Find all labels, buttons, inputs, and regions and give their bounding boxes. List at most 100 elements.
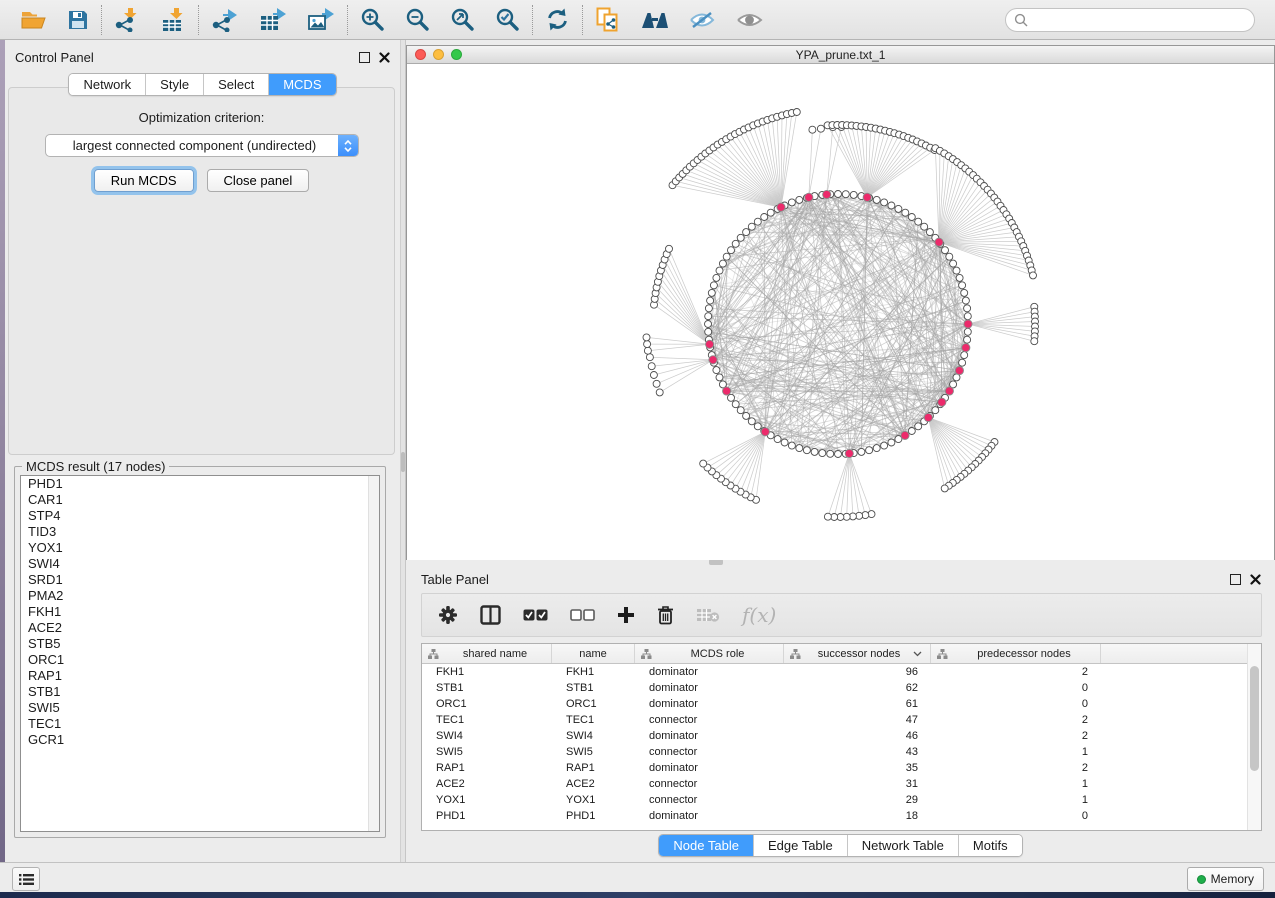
- network-node[interactable]: [707, 297, 714, 304]
- mcds-hub-node[interactable]: [845, 449, 853, 457]
- table-tab-network-table[interactable]: Network Table: [847, 835, 958, 856]
- export-network-icon[interactable]: [211, 7, 239, 32]
- network-node[interactable]: [811, 448, 818, 455]
- network-node[interactable]: [961, 352, 968, 359]
- network-leaf-node[interactable]: [700, 460, 707, 467]
- table-row-FKH1[interactable]: FKH1FKH1dominator962: [422, 664, 1261, 680]
- table-scrollbar[interactable]: [1247, 644, 1261, 830]
- network-node[interactable]: [888, 439, 895, 446]
- network-node[interactable]: [743, 229, 750, 236]
- hide-selected-icon[interactable]: [689, 10, 716, 30]
- add-column-icon[interactable]: [617, 606, 635, 624]
- clone-network-icon[interactable]: [595, 7, 621, 33]
- network-canvas[interactable]: [407, 64, 1274, 560]
- mcds-node-item[interactable]: SRD1: [21, 572, 379, 588]
- network-node[interactable]: [796, 445, 803, 452]
- network-node[interactable]: [964, 328, 971, 335]
- network-leaf-node[interactable]: [824, 513, 831, 520]
- mcds-node-item[interactable]: FKH1: [21, 604, 379, 620]
- mcds-hub-node[interactable]: [935, 238, 943, 246]
- network-node[interactable]: [796, 196, 803, 203]
- column-header-name[interactable]: name: [552, 644, 635, 663]
- search-input[interactable]: [1033, 12, 1246, 28]
- network-node[interactable]: [858, 448, 865, 455]
- tab-select[interactable]: Select: [203, 74, 268, 95]
- float-panel-icon[interactable]: [359, 52, 370, 63]
- network-node[interactable]: [737, 234, 744, 241]
- table-row-TEC1[interactable]: TEC1TEC1connector472: [422, 712, 1261, 728]
- mcds-node-item[interactable]: RAP1: [21, 668, 379, 684]
- zoom-out-icon[interactable]: [405, 7, 430, 32]
- mcds-hub-node[interactable]: [761, 428, 769, 436]
- column-header-shared-name[interactable]: shared name: [422, 644, 552, 663]
- mcds-hub-node[interactable]: [964, 320, 972, 328]
- mcds-hub-node[interactable]: [805, 193, 813, 201]
- tab-style[interactable]: Style: [145, 74, 203, 95]
- table-tab-motifs[interactable]: Motifs: [958, 835, 1022, 856]
- show-all-icon[interactable]: [736, 11, 763, 29]
- network-node[interactable]: [835, 191, 842, 198]
- network-leaf-node[interactable]: [666, 245, 673, 252]
- network-node[interactable]: [959, 282, 966, 289]
- table-row-SWI5[interactable]: SWI5SWI5connector431: [422, 744, 1261, 760]
- column-header-MCDS-role[interactable]: MCDS role: [635, 644, 784, 663]
- network-leaf-node[interactable]: [648, 363, 655, 370]
- task-history-button[interactable]: [12, 867, 40, 891]
- network-node[interactable]: [728, 394, 735, 401]
- network-node[interactable]: [946, 253, 953, 260]
- mcds-hub-node[interactable]: [962, 344, 970, 352]
- network-leaf-node[interactable]: [817, 125, 824, 132]
- network-node[interactable]: [908, 428, 915, 435]
- mcds-node-item[interactable]: GCR1: [21, 732, 379, 748]
- network-node[interactable]: [873, 445, 880, 452]
- network-node[interactable]: [781, 439, 788, 446]
- network-node[interactable]: [774, 436, 781, 443]
- network-leaf-node[interactable]: [644, 341, 651, 348]
- network-node[interactable]: [962, 297, 969, 304]
- table-row-PHD1[interactable]: PHD1PHD1dominator180: [422, 808, 1261, 824]
- network-node[interactable]: [895, 205, 902, 212]
- network-node[interactable]: [754, 423, 761, 430]
- mcds-node-item[interactable]: TID3: [21, 524, 379, 540]
- network-node[interactable]: [716, 267, 723, 274]
- zoom-fit-icon[interactable]: [450, 7, 475, 32]
- criterion-select[interactable]: largest connected component (undirected): [45, 134, 359, 157]
- column-header-predecessor-nodes[interactable]: predecessor nodes: [931, 644, 1101, 663]
- network-node[interactable]: [881, 442, 888, 449]
- column-header-successor-nodes[interactable]: successor nodes: [784, 644, 931, 663]
- network-node[interactable]: [908, 214, 915, 221]
- network-node[interactable]: [964, 305, 971, 312]
- table-row-SWI4[interactable]: SWI4SWI4dominator462: [422, 728, 1261, 744]
- delete-column-icon[interactable]: [657, 605, 674, 625]
- network-node[interactable]: [873, 196, 880, 203]
- mcds-node-item[interactable]: PHD1: [21, 476, 379, 492]
- first-neighbors-icon[interactable]: [641, 10, 669, 30]
- table-row-ORC1[interactable]: ORC1ORC1dominator610: [422, 696, 1261, 712]
- export-image-icon[interactable]: [307, 7, 335, 32]
- mcds-node-item[interactable]: PMA2: [21, 588, 379, 604]
- network-node[interactable]: [767, 209, 774, 216]
- network-node[interactable]: [705, 305, 712, 312]
- zoom-selected-icon[interactable]: [495, 7, 520, 32]
- import-network-icon[interactable]: [114, 7, 140, 32]
- mcds-node-item[interactable]: SWI5: [21, 700, 379, 716]
- network-node[interactable]: [716, 374, 723, 381]
- network-node[interactable]: [705, 328, 712, 335]
- network-node[interactable]: [850, 191, 857, 198]
- network-leaf-node[interactable]: [656, 389, 663, 396]
- network-node[interactable]: [888, 202, 895, 209]
- network-node[interactable]: [926, 229, 933, 236]
- network-node[interactable]: [748, 223, 755, 230]
- mcds-hub-node[interactable]: [955, 367, 963, 375]
- network-node[interactable]: [950, 260, 957, 267]
- run-mcds-button[interactable]: Run MCDS: [94, 169, 194, 192]
- network-node[interactable]: [902, 209, 909, 216]
- tab-mcds[interactable]: MCDS: [268, 74, 335, 95]
- network-node[interactable]: [915, 423, 922, 430]
- network-node[interactable]: [953, 267, 960, 274]
- network-node[interactable]: [956, 274, 963, 281]
- network-leaf-node[interactable]: [1031, 338, 1038, 345]
- float-table-panel-icon[interactable]: [1230, 574, 1241, 585]
- network-leaf-node[interactable]: [1030, 272, 1037, 279]
- mcds-hub-node[interactable]: [823, 190, 831, 198]
